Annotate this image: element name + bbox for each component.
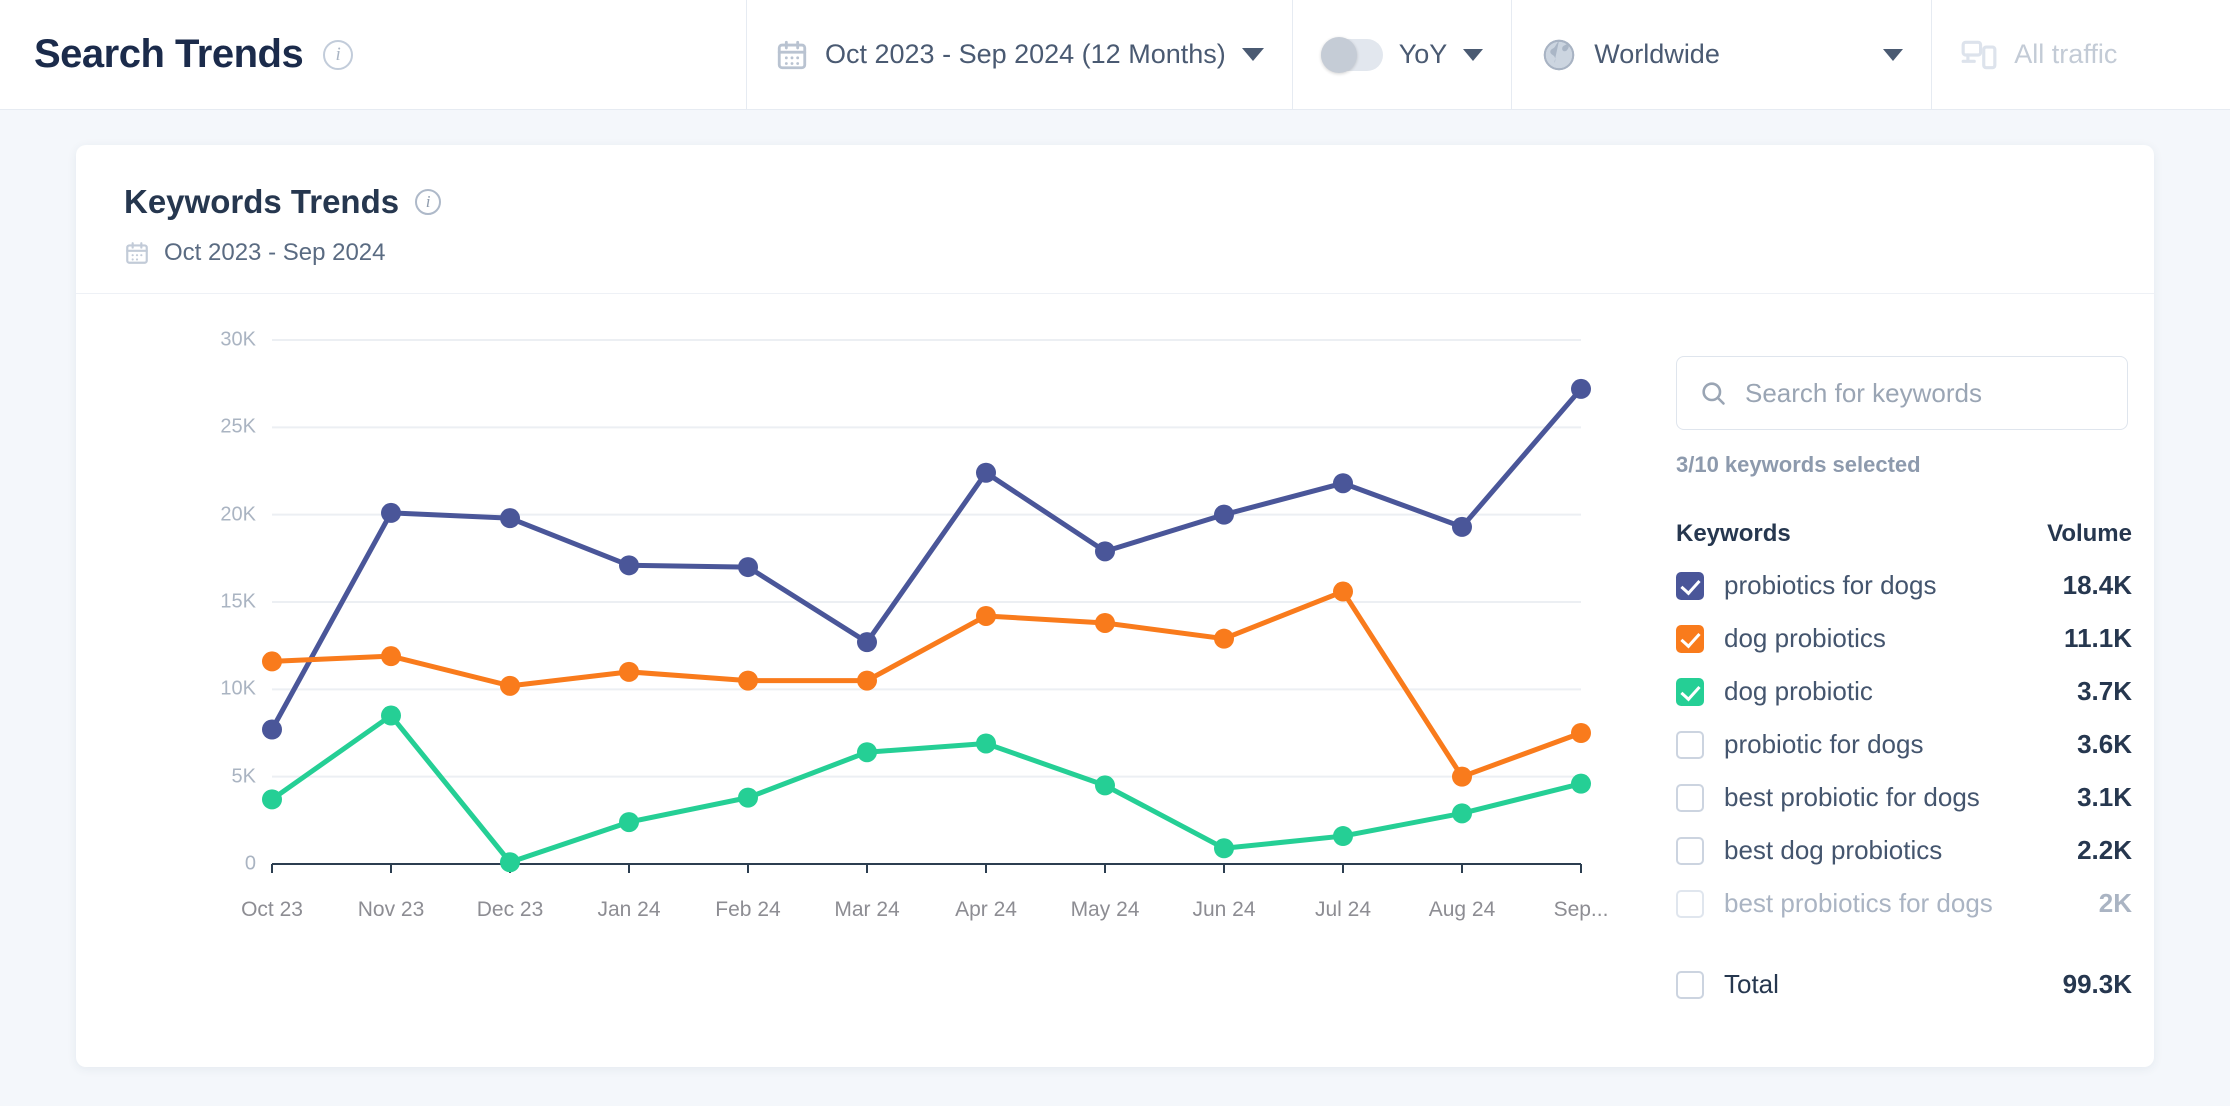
top-toolbar: Search Trends i Oct 2023 - Sep 2024 (12 … xyxy=(0,0,2230,110)
search-input[interactable]: Search for keywords xyxy=(1676,356,2128,430)
column-header-keywords: Keywords xyxy=(1676,520,1791,547)
page-title: Search Trends xyxy=(34,32,304,76)
x-axis-tick-label: Oct 23 xyxy=(241,898,303,921)
x-axis-tick-label: Jul 24 xyxy=(1314,898,1372,921)
keyword-row[interactable]: probiotic for dogs 3.6K xyxy=(1676,729,2146,760)
globe-icon xyxy=(1540,36,1578,74)
keyword-label: probiotics for dogs xyxy=(1724,570,1937,600)
keywords-table-header: Keywords Volume xyxy=(1676,520,2146,548)
compare-selector[interactable]: YoY xyxy=(1291,0,1512,109)
traffic-selector: All traffic xyxy=(1931,0,2230,109)
info-icon[interactable]: i xyxy=(323,39,354,70)
chevron-down-icon xyxy=(1463,48,1484,61)
x-axis-tick-label: Apr 24 xyxy=(955,898,1017,921)
x-axis-tick-label: Jun 24 xyxy=(1192,898,1256,921)
keyword-label: best probiotics for dogs xyxy=(1724,888,1993,918)
keyword-row[interactable]: dog probiotic 3.7K xyxy=(1676,676,2146,707)
keyword-label: dog probiotics xyxy=(1724,623,1886,653)
x-axis-tick-label: Sep... xyxy=(1553,898,1609,921)
keyword-volume: 3.1K xyxy=(2077,782,2132,812)
keyword-volume: 11.1K xyxy=(2064,623,2132,653)
calendar-icon xyxy=(775,38,809,72)
keyword-volume: 3.7K xyxy=(2077,676,2132,706)
keyword-checkbox[interactable] xyxy=(1676,730,1704,759)
total-label: Total xyxy=(1724,969,1779,999)
x-axis-tick-label: Nov 23 xyxy=(357,898,425,921)
card-title: Keywords Trends xyxy=(124,183,400,220)
trends-chart: 0 5K 10K 15K 20K 25K 30K Oct 23 Nov 23 Dec 23 Jan… xyxy=(76,312,1676,952)
keyword-label: best probiotic for dogs xyxy=(1724,782,1980,812)
x-axis-tick-label: Feb 24 xyxy=(715,898,781,921)
total-checkbox[interactable] xyxy=(1676,970,1704,999)
date-range-label: Oct 2023 - Sep 2024 (12 Months) xyxy=(825,39,1226,69)
keyword-checkbox[interactable] xyxy=(1676,889,1704,918)
keyword-row[interactable]: best probiotics for dogs 2K xyxy=(1676,888,2146,919)
page-title-group: Search Trends i xyxy=(0,0,746,109)
x-axis-tick-label: May 24 xyxy=(1070,898,1140,921)
card-date-label: Oct 2023 - Sep 2024 xyxy=(164,239,386,266)
keyword-label: dog probiotic xyxy=(1724,676,1873,706)
keywords-list: probiotics for dogs 18.4K dog probiotics 11… xyxy=(1676,570,2146,919)
keyword-volume: 2.2K xyxy=(2077,835,2132,865)
keyword-checkbox[interactable] xyxy=(1676,836,1704,865)
total-row[interactable]: Total 99.3K xyxy=(1676,969,2146,1000)
x-axis-tick-label: Mar 24 xyxy=(834,898,900,921)
card-header: Keywords Trends i Oct 2023 - Sep 2024 xyxy=(76,145,2154,294)
chevron-down-icon xyxy=(1883,48,1904,61)
calendar-icon xyxy=(124,240,150,266)
keyword-checkbox[interactable] xyxy=(1676,783,1704,812)
keyword-label: probiotic for dogs xyxy=(1724,729,1924,759)
keyword-row[interactable]: dog probiotics 11.1K xyxy=(1676,623,2146,654)
keyword-checkbox[interactable] xyxy=(1676,624,1704,653)
info-icon[interactable]: i xyxy=(415,189,442,215)
keywords-trends-card: Keywords Trends i Oct 2023 - Sep 2024 05 xyxy=(76,145,2154,1067)
chevron-down-icon xyxy=(1241,48,1264,61)
card-body: 0 5K 10K 15K 20K 25K 30K Oct 23 Nov 23 Dec 23 Jan… xyxy=(76,294,2154,1067)
chart-plot xyxy=(262,339,1591,873)
search-placeholder: Search for keywords xyxy=(1745,377,1982,408)
keyword-row[interactable]: best probiotic for dogs 3.1K xyxy=(1676,782,2146,813)
selected-count: 3/10 keywords selected xyxy=(1676,452,1921,477)
keyword-volume: 3.6K xyxy=(2077,729,2132,759)
search-icon xyxy=(1699,379,1727,407)
keyword-checkbox[interactable] xyxy=(1676,677,1704,706)
x-axis-tick-label: Dec 23 xyxy=(476,898,544,921)
keyword-label: best dog probiotics xyxy=(1724,835,1943,865)
keywords-panel: Search for keywords 3/10 keywords select… xyxy=(1676,294,2146,1067)
keyword-row[interactable]: best dog probiotics 2.2K xyxy=(1676,835,2146,866)
location-label: Worldwide xyxy=(1594,39,1720,69)
devices-icon xyxy=(1960,36,1998,74)
compare-label: YoY xyxy=(1398,39,1448,69)
traffic-label: All traffic xyxy=(2014,39,2118,69)
column-header-volume: Volume xyxy=(2047,520,2132,547)
compare-toggle[interactable] xyxy=(1320,36,1383,73)
location-selector[interactable]: Worldwide xyxy=(1511,0,1931,109)
keyword-checkbox[interactable] xyxy=(1676,571,1704,600)
x-axis-tick-label: Jan 24 xyxy=(597,898,661,921)
total-volume: 99.3K xyxy=(2062,969,2132,999)
keyword-volume: 18.4K xyxy=(2062,570,2132,600)
keyword-volume: 2K xyxy=(2098,888,2132,918)
keyword-row[interactable]: probiotics for dogs 18.4K xyxy=(1676,570,2146,601)
x-axis-tick-label: Aug 24 xyxy=(1428,898,1496,921)
date-range-selector[interactable]: Oct 2023 - Sep 2024 (12 Months) xyxy=(746,0,1292,109)
